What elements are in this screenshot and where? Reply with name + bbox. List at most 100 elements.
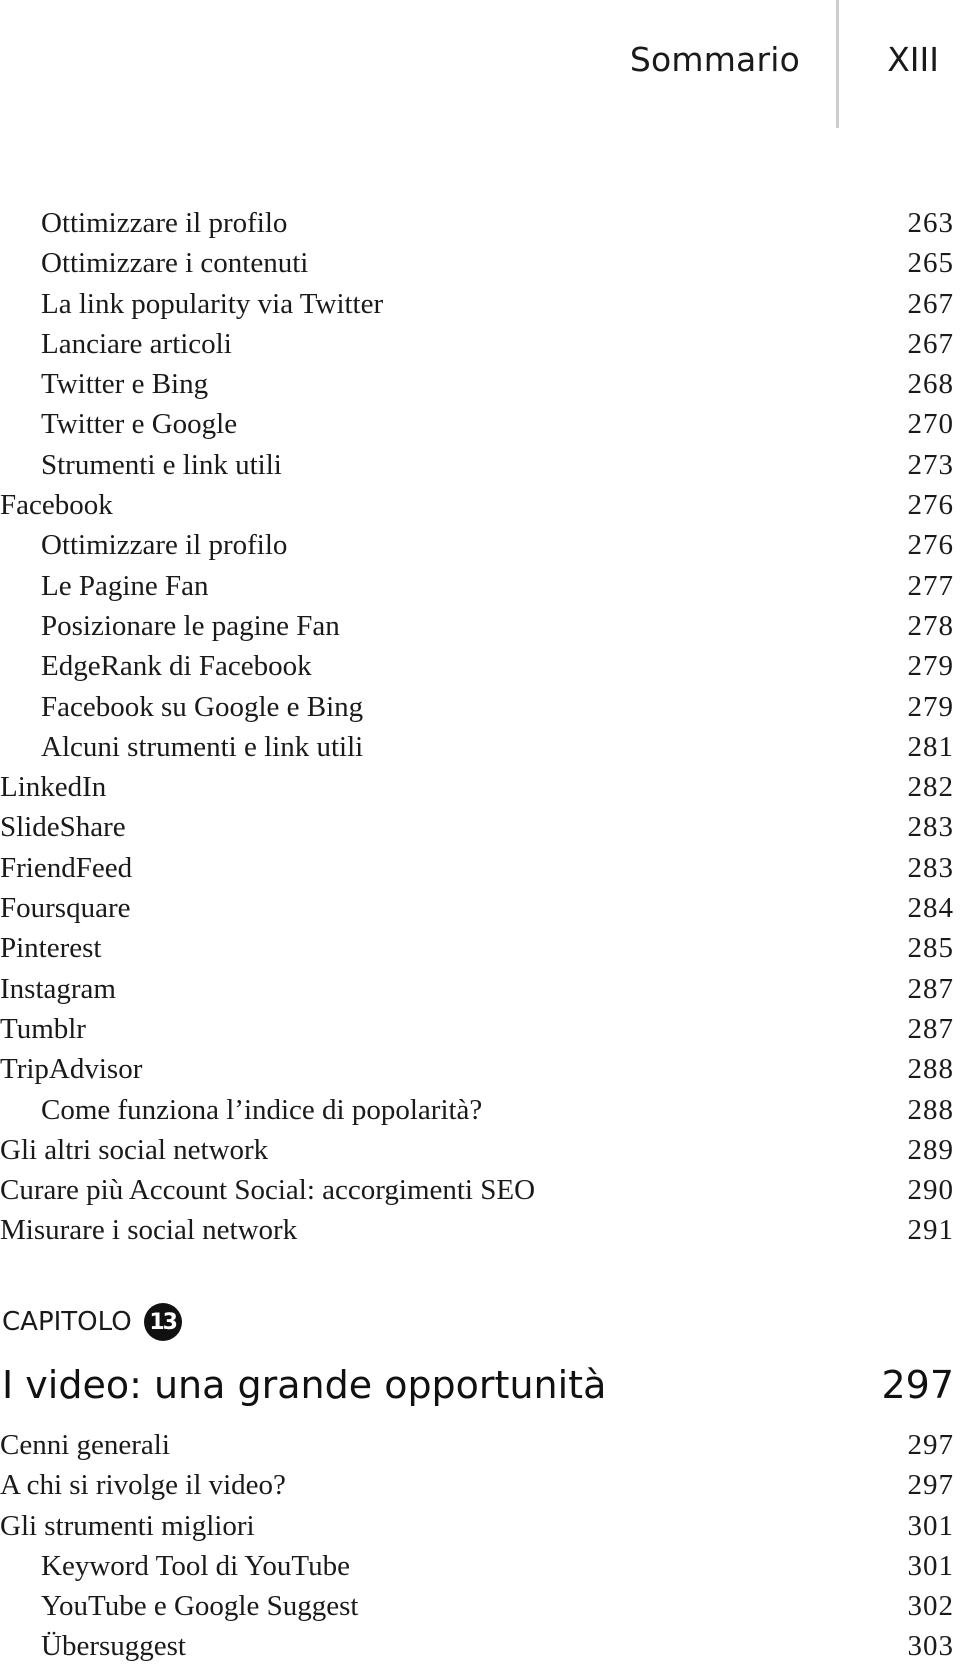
toc-entry[interactable]: Ottimizzare i contenuti 265 <box>0 243 960 283</box>
toc-entry-label: Alcuni strumenti e link utili <box>41 730 364 763</box>
toc-entry-page: 276 <box>907 489 954 522</box>
toc-entry[interactable]: Facebook 276 <box>0 485 960 525</box>
toc-entry[interactable]: Foursquare 284 <box>0 888 960 928</box>
toc-entry-label: LinkedIn <box>0 771 107 804</box>
chapter-number-badge: 13 <box>143 1303 182 1341</box>
toc-entry-label: Posizionare le pagine Fan <box>41 609 340 642</box>
toc-entry[interactable]: Keyword Tool di YouTube 301 <box>0 1546 960 1586</box>
chapter-heading[interactable]: I video: una grande opportunità 297 <box>2 1360 954 1410</box>
toc-entry-label: Foursquare <box>0 892 131 925</box>
toc-entry[interactable]: Ottimizzare il profilo 263 <box>0 203 960 243</box>
toc-entry-label: Ottimizzare il profilo <box>41 529 288 562</box>
toc-entry[interactable]: EdgeRank di Facebook 279 <box>0 646 960 686</box>
chapter-kicker: CAPITOLO 13 <box>2 1303 182 1341</box>
toc-entry-page: 288 <box>907 1093 954 1126</box>
toc-entry-label: Le Pagine Fan <box>41 569 209 602</box>
toc-entry[interactable]: Übersuggest 303 <box>0 1626 960 1666</box>
toc-entry-label: Instagram <box>0 972 116 1005</box>
toc-entry-page: 297 <box>907 1469 954 1502</box>
toc-entry-page: 283 <box>907 851 954 884</box>
toc-entry[interactable]: Curare più Account Social: accorgimenti … <box>0 1170 960 1210</box>
toc-entry[interactable]: YouTube e Google Suggest 302 <box>0 1586 960 1626</box>
toc-entry[interactable]: Strumenti e link utili 273 <box>0 445 960 485</box>
toc-entry-page: 263 <box>907 207 954 239</box>
toc-entry-page: 303 <box>907 1630 954 1663</box>
toc-entry[interactable]: Instagram 287 <box>0 969 960 1009</box>
toc-entry-label: EdgeRank di Facebook <box>41 650 312 683</box>
chapter-title: I video: una grande opportunità <box>2 1363 607 1407</box>
toc-entry-page: 267 <box>907 327 954 360</box>
toc-entry[interactable]: Twitter e Bing 268 <box>0 364 960 404</box>
toc-entry-page: 279 <box>907 690 954 723</box>
toc-entry-page: 277 <box>907 569 954 602</box>
toc-entry[interactable]: Lanciare articoli 267 <box>0 324 960 364</box>
toc-list: Ottimizzare il profilo 263 Ottimizzare i c… <box>0 203 960 1251</box>
toc-entry[interactable]: Twitter e Google 270 <box>0 404 960 444</box>
toc-entry-page: 290 <box>907 1174 954 1207</box>
toc-entry[interactable]: Alcuni strumenti e link utili 281 <box>0 727 960 767</box>
toc-entry-page: 273 <box>907 448 954 481</box>
toc-entry-label: Ottimizzare i contenuti <box>41 247 309 280</box>
toc-entry[interactable]: Facebook su Google e Bing 279 <box>0 687 960 727</box>
toc-entry[interactable]: Posizionare le pagine Fan 278 <box>0 606 960 646</box>
toc-entry-page: 279 <box>907 650 954 683</box>
chapter-kicker-label: CAPITOLO <box>2 1307 132 1337</box>
toc-entry[interactable]: Le Pagine Fan 277 <box>0 566 960 606</box>
toc-entry-label: YouTube e Google Suggest <box>41 1590 359 1623</box>
toc-entry[interactable]: La link popularity via Twitter 267 <box>0 284 960 324</box>
toc-entry-label: Twitter e Google <box>41 408 238 441</box>
toc-entry-page: 291 <box>907 1214 954 1247</box>
toc-entry-page: 289 <box>907 1133 954 1166</box>
toc-entry[interactable]: SlideShare 283 <box>0 807 960 847</box>
toc-entry-page: 283 <box>907 811 954 844</box>
toc-entry-label: Twitter e Bing <box>41 368 209 401</box>
toc-entry-label: A chi si rivolge il video? <box>0 1469 286 1502</box>
toc-entry[interactable]: Gli strumenti migliori 301 <box>0 1506 960 1546</box>
toc-entry[interactable]: LinkedIn 282 <box>0 767 960 807</box>
toc-entry-label: Curare più Account Social: accorgimenti … <box>0 1174 536 1207</box>
toc-entry-label: Ottimizzare il profilo <box>41 207 288 239</box>
toc-entry-page: 301 <box>907 1509 954 1542</box>
toc-entry-page: 287 <box>907 972 954 1005</box>
toc-entry-page: 267 <box>907 287 954 320</box>
toc-entry-label: La link popularity via Twitter <box>41 287 384 320</box>
toc-entry[interactable]: TripAdvisor 288 <box>0 1049 960 1089</box>
toc-entry-label: Come funziona l’indice di popolarità? <box>41 1093 483 1126</box>
toc-entry[interactable]: Gli altri social network 289 <box>0 1130 960 1170</box>
chapter-page: 297 <box>881 1363 954 1407</box>
toc-entry-label: Lanciare articoli <box>41 327 232 360</box>
toc-entry[interactable]: A chi si rivolge il video? 297 <box>0 1465 960 1505</box>
toc-entry-page: 288 <box>907 1053 954 1086</box>
toc-entry-page: 297 <box>907 1429 954 1461</box>
toc-entry-label: Strumenti e link utili <box>41 448 282 481</box>
toc-entry-label: Keyword Tool di YouTube <box>41 1549 350 1582</box>
toc-entry-label: FriendFeed <box>0 851 133 884</box>
toc-entry-page: 282 <box>907 771 954 804</box>
toc-entry-page: 270 <box>907 408 954 441</box>
toc-entry-label: Pinterest <box>0 932 102 965</box>
toc-entry-label: Gli altri social network <box>0 1133 269 1166</box>
toc-entry-page: 268 <box>907 368 954 401</box>
toc-entry-label: Facebook <box>0 489 113 522</box>
toc-entry[interactable]: Pinterest 285 <box>0 928 960 968</box>
toc-entry[interactable]: FriendFeed 283 <box>0 848 960 888</box>
toc-entry-label: TripAdvisor <box>0 1053 143 1086</box>
toc-entry-page: 285 <box>907 932 954 965</box>
toc-entry-label: Übersuggest <box>41 1630 186 1663</box>
toc-entry-page: 276 <box>907 529 954 562</box>
toc-entry-label: Gli strumenti migliori <box>0 1509 255 1542</box>
toc-entry[interactable]: Ottimizzare il profilo 276 <box>0 525 960 565</box>
toc-entry-page: 265 <box>907 247 954 280</box>
toc-entry-page: 302 <box>907 1590 954 1623</box>
toc-entry-page: 284 <box>907 892 954 925</box>
toc-entry[interactable]: Cenni generali 297 <box>0 1425 960 1465</box>
toc-entry-page: 301 <box>907 1549 954 1582</box>
section-title: Sommario <box>629 40 800 79</box>
header-divider <box>836 0 839 128</box>
toc-entry[interactable]: Come funziona l’indice di popolarità? 288 <box>0 1090 960 1130</box>
toc-entry-page: 278 <box>907 609 954 642</box>
toc-entry[interactable]: Tumblr 287 <box>0 1009 960 1049</box>
toc-entry-page: 281 <box>907 730 954 763</box>
toc-entry[interactable]: Misurare i social network 291 <box>0 1210 960 1250</box>
toc-entry-label: Tumblr <box>0 1012 86 1045</box>
